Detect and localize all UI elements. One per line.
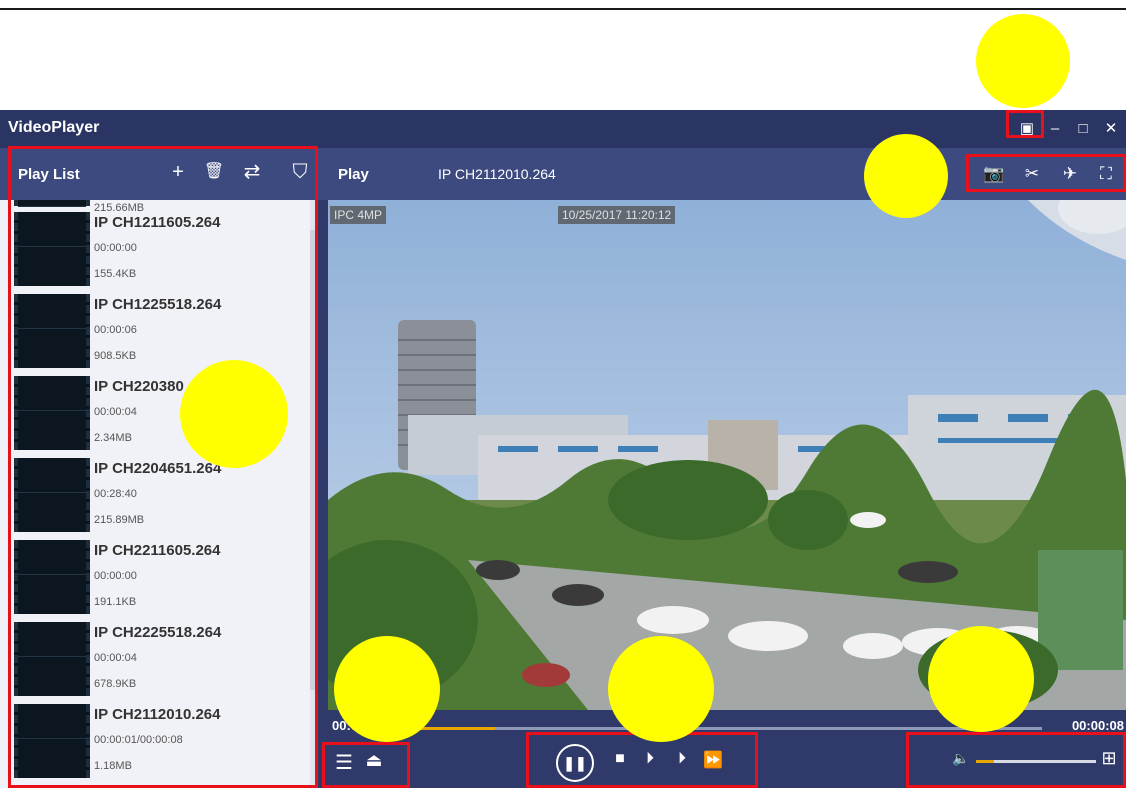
close-button[interactable]: ✕: [1100, 118, 1122, 140]
current-file-name: IP CH2112010.264: [438, 166, 556, 182]
marker-dot: [334, 636, 440, 742]
total-time: 00:00:08: [1071, 718, 1124, 733]
marker-dot: [608, 636, 714, 742]
highlight-box: [966, 154, 1126, 192]
top-divider: [0, 8, 1126, 10]
window-title: VideoPlayer: [8, 119, 100, 136]
maximize-button[interactable]: □: [1072, 118, 1094, 140]
osd-timestamp: 10/25/2017 11:20:12: [558, 206, 676, 224]
highlight-box: [1006, 110, 1044, 138]
highlight-box: [322, 742, 410, 788]
highlight-box: [526, 732, 758, 788]
highlight-box: [8, 146, 318, 788]
marker-dot: [180, 360, 288, 468]
title-bar: VideoPlayer ▣ – □ ✕: [0, 110, 1126, 148]
minimize-button[interactable]: –: [1044, 118, 1066, 140]
marker-dot: [864, 134, 948, 218]
marker-dot: [976, 14, 1070, 108]
marker-dot: [928, 626, 1034, 732]
progress-track[interactable]: [358, 727, 1042, 730]
highlight-box: [906, 732, 1126, 788]
osd-camera-label: IPC 4MP: [330, 206, 387, 224]
player-title: Play: [338, 166, 369, 183]
